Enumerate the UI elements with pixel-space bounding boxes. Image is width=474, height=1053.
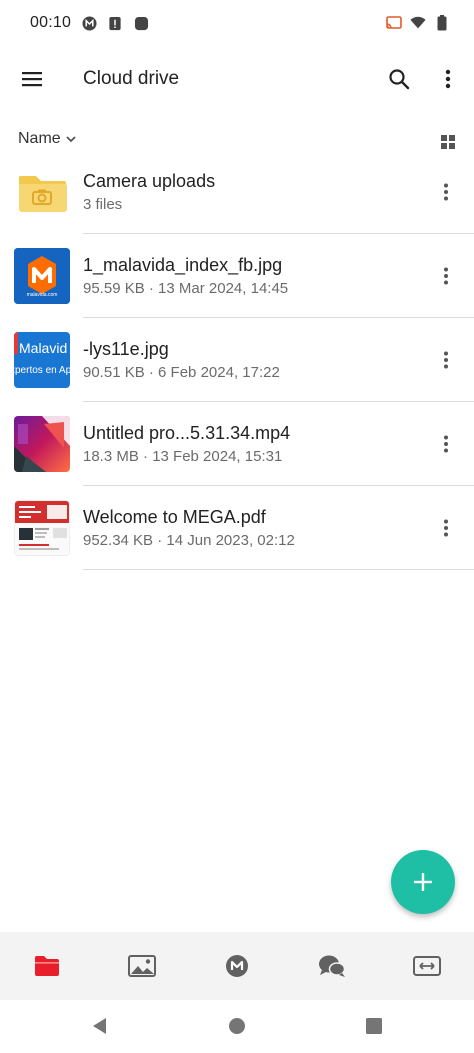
list-item-malavida-index[interactable]: malavida.com 1_malavida_index_fb.jpg 95.… bbox=[0, 234, 474, 318]
add-button[interactable] bbox=[391, 850, 455, 914]
file-meta: 95.59 KB · 13 Mar 2024, 14:45 bbox=[83, 280, 289, 297]
app-notification-icon bbox=[133, 15, 149, 31]
file-name: 1_malavida_index_fb.jpg bbox=[83, 255, 283, 275]
search-icon bbox=[389, 69, 410, 90]
cast-icon bbox=[386, 15, 402, 31]
page-title: Cloud drive bbox=[83, 68, 180, 89]
system-navigation-bar bbox=[0, 1000, 474, 1053]
file-name: Welcome to MEGA.pdf bbox=[83, 507, 266, 527]
sort-by-button[interactable]: Name bbox=[18, 130, 77, 148]
chat-icon bbox=[318, 955, 346, 977]
overflow-menu-button[interactable] bbox=[424, 55, 472, 103]
pdf-thumbnail bbox=[14, 500, 70, 556]
grid-view-icon bbox=[441, 135, 455, 149]
mega-notification-icon bbox=[81, 15, 97, 31]
file-name: -lys11e.jpg bbox=[83, 339, 169, 359]
file-meta: 952.34 KB · 14 Jun 2023, 02:12 bbox=[83, 532, 295, 549]
more-vertical-icon bbox=[444, 519, 448, 537]
item-options-button[interactable] bbox=[422, 168, 470, 216]
video-thumbnail bbox=[14, 416, 70, 472]
bottom-navigation bbox=[0, 932, 474, 1000]
plus-icon bbox=[414, 873, 432, 891]
nav-cloud-drive[interactable] bbox=[0, 932, 95, 1000]
recents-square-icon bbox=[366, 1018, 382, 1034]
chevron-down-icon bbox=[66, 136, 76, 143]
battery-icon bbox=[434, 15, 450, 31]
sort-label: Name bbox=[18, 130, 61, 147]
back-button[interactable] bbox=[88, 1014, 112, 1038]
thumbnail-caption: malavida.com bbox=[26, 292, 58, 298]
hamburger-menu-icon bbox=[22, 72, 42, 87]
search-button[interactable] bbox=[375, 55, 423, 103]
wifi-icon bbox=[410, 15, 426, 31]
file-name: Camera uploads bbox=[83, 171, 216, 191]
menu-button[interactable] bbox=[8, 55, 56, 103]
file-meta: 3 files bbox=[83, 196, 123, 213]
app-bar: Cloud drive bbox=[0, 46, 474, 112]
status-bar: 00:10 bbox=[0, 0, 474, 46]
item-options-button[interactable] bbox=[422, 336, 470, 384]
folder-icon bbox=[14, 164, 70, 220]
image-thumbnail: Malavid xpertos en App bbox=[14, 332, 70, 388]
file-meta: 18.3 MB · 13 Feb 2024, 15:31 bbox=[83, 448, 283, 465]
nav-transfers[interactable] bbox=[379, 932, 474, 1000]
status-time: 00:10 bbox=[30, 14, 72, 31]
more-vertical-icon bbox=[444, 183, 448, 201]
mega-home-icon bbox=[225, 955, 248, 977]
home-circle-icon bbox=[229, 1018, 245, 1034]
thumbnail-subtitle: xpertos en App bbox=[14, 365, 70, 376]
more-vertical-icon bbox=[444, 267, 448, 285]
recents-button[interactable] bbox=[362, 1014, 386, 1038]
home-button[interactable] bbox=[225, 1014, 249, 1038]
back-triangle-icon bbox=[93, 1018, 106, 1034]
nav-home[interactable] bbox=[190, 932, 285, 1000]
list-item-untitled-video[interactable]: Untitled pro...5.31.34.mp4 18.3 MB · 13 … bbox=[0, 402, 474, 486]
more-vertical-icon bbox=[444, 351, 448, 369]
item-options-button[interactable] bbox=[422, 252, 470, 300]
list-item-welcome-pdf[interactable]: Welcome to MEGA.pdf 952.34 KB · 14 Jun 2… bbox=[0, 486, 474, 570]
file-name: Untitled pro...5.31.34.mp4 bbox=[83, 423, 291, 443]
file-meta: 90.51 KB · 6 Feb 2024, 17:22 bbox=[83, 364, 280, 381]
transfers-icon bbox=[412, 956, 441, 976]
more-vertical-icon bbox=[445, 69, 451, 89]
list-item-lys11e[interactable]: Malavid xpertos en App -lys11e.jpg 90.51… bbox=[0, 318, 474, 402]
item-options-button[interactable] bbox=[422, 504, 470, 552]
photos-icon bbox=[128, 955, 157, 977]
list-item-camera-uploads[interactable]: Camera uploads 3 files bbox=[0, 150, 474, 234]
nav-chat[interactable] bbox=[284, 932, 379, 1000]
cloud-drive-folder-icon bbox=[35, 956, 60, 976]
more-vertical-icon bbox=[444, 435, 448, 453]
image-thumbnail: malavida.com bbox=[14, 248, 70, 304]
thumbnail-title: Malavid bbox=[19, 340, 68, 356]
nav-photos[interactable] bbox=[95, 932, 190, 1000]
item-options-button[interactable] bbox=[422, 420, 470, 468]
file-list: Camera uploads 3 files malavida.com 1_ma… bbox=[0, 150, 474, 570]
divider bbox=[83, 569, 474, 570]
alert-notification-icon bbox=[107, 15, 123, 31]
